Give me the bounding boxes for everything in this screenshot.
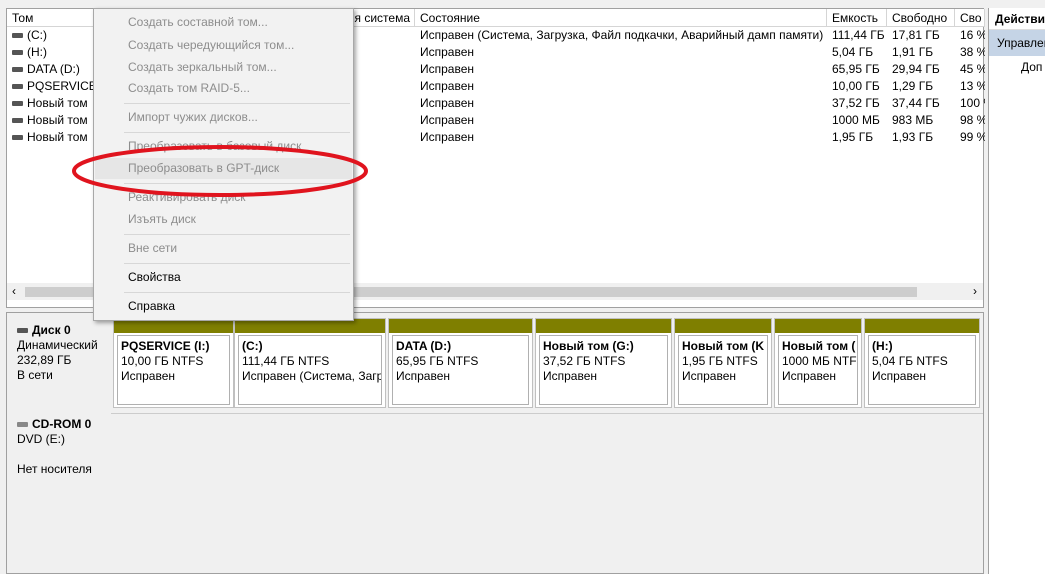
red-highlight-ellipse bbox=[72, 145, 368, 197]
